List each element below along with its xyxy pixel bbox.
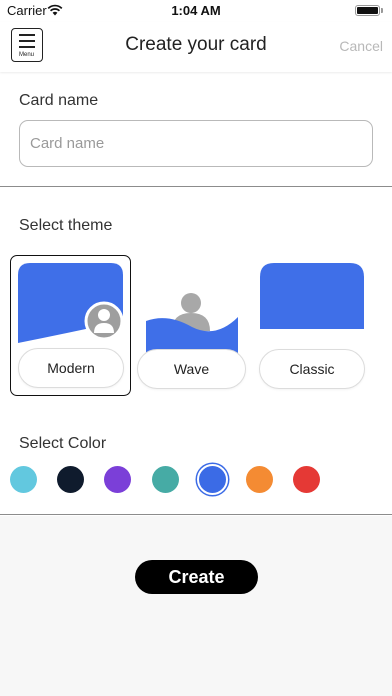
theme-classic[interactable]: Classic: [258, 255, 366, 396]
cancel-button[interactable]: Cancel: [339, 38, 383, 54]
status-time: 1:04 AM: [171, 3, 221, 18]
battery-fill: [357, 7, 378, 14]
classic-theme-preview: [260, 263, 364, 329]
color-swatch[interactable]: [57, 466, 84, 493]
nav-bar: Menu Create your card Cancel: [0, 22, 392, 72]
theme-modern[interactable]: Modern: [10, 255, 131, 396]
person-icon: [181, 293, 201, 313]
card-name-input[interactable]: [19, 120, 373, 167]
color-swatch[interactable]: [104, 466, 131, 493]
theme-modern-label: Modern: [18, 348, 124, 388]
select-color-label: Select Color: [19, 435, 107, 452]
color-swatch[interactable]: [246, 466, 273, 493]
select-theme-label: Select theme: [19, 217, 113, 234]
color-swatch[interactable]: [152, 466, 179, 493]
theme-wave-label: Wave: [137, 349, 246, 389]
battery-tip: [381, 8, 383, 13]
create-button[interactable]: Create: [135, 560, 258, 594]
theme-wave[interactable]: Wave: [136, 255, 247, 396]
color-swatch[interactable]: [10, 466, 37, 493]
theme-classic-label: Classic: [259, 349, 365, 389]
battery-icon: [355, 5, 380, 16]
divider: [0, 514, 392, 515]
page-title: Create your card: [125, 34, 267, 55]
status-bar: Carrier 1:04 AM: [0, 0, 392, 22]
color-swatch[interactable]: [293, 466, 320, 493]
divider: [0, 186, 392, 187]
color-swatch[interactable]: [197, 464, 228, 495]
card-name-label: Card name: [19, 92, 99, 109]
